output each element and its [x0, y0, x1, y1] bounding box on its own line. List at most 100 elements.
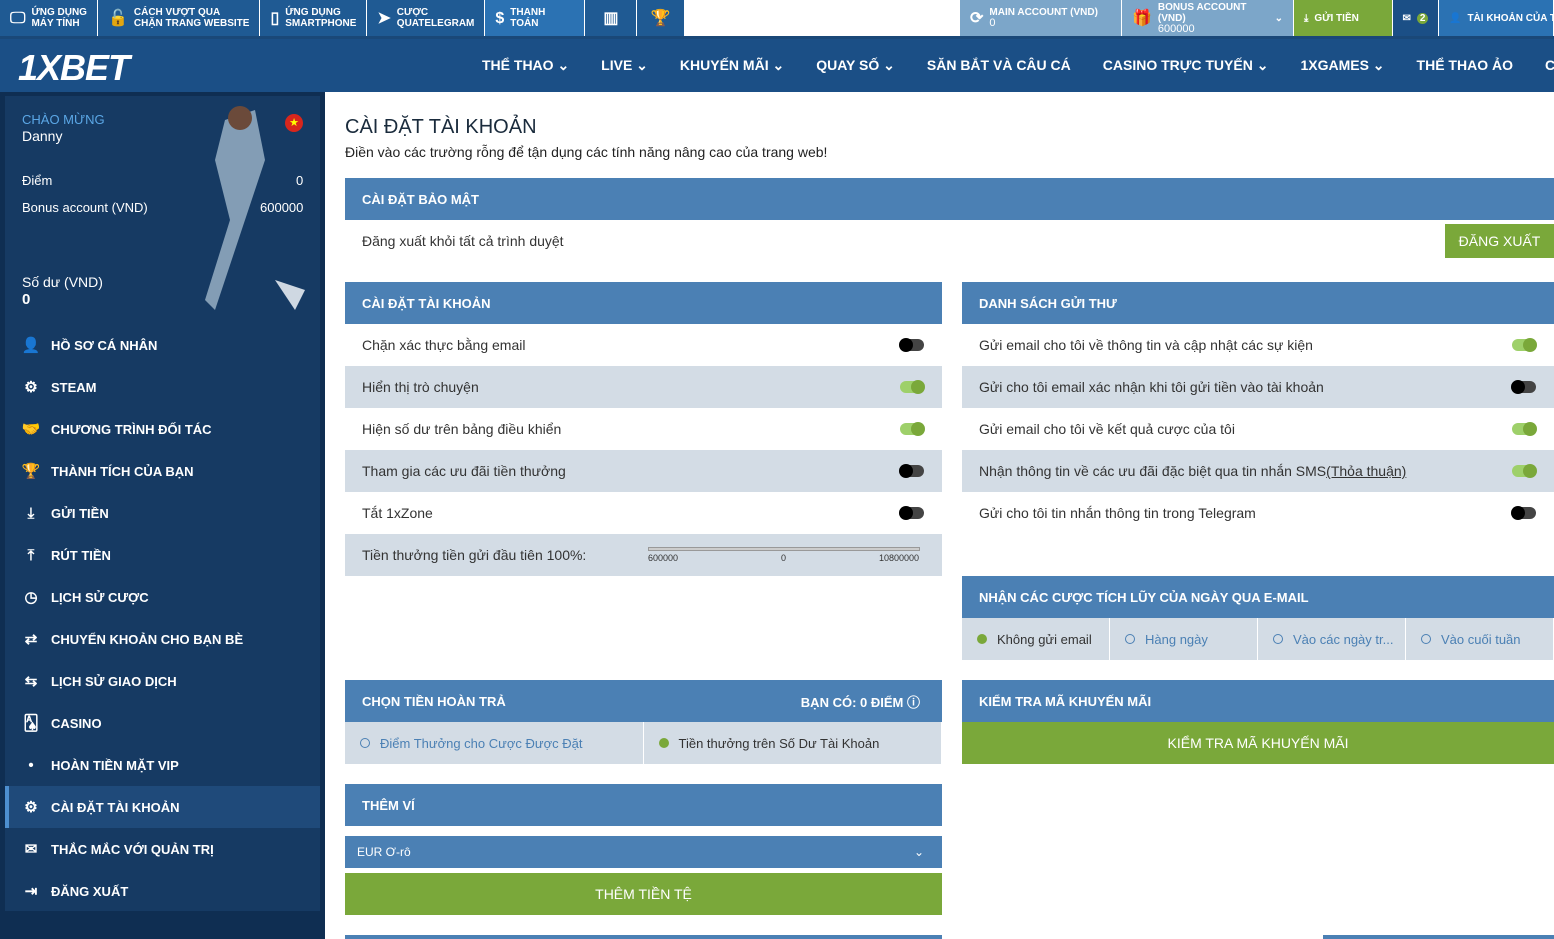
topbar-smartphone-app[interactable]: ▯ ỨNG DỤNG SMARTPHONE [260, 0, 368, 36]
topbar-desktop-app[interactable]: 🖵 ỨNG DỤNG MÁY TÍNH [0, 0, 98, 36]
slider-min: 600000 [648, 553, 679, 563]
topbar-bypass[interactable]: 🔓 CÁCH VƯỢT QUA CHẶN TRANG WEBSITE [97, 0, 261, 36]
add-wallet-header: THÊM VÍ [345, 784, 942, 826]
trophy-button[interactable]: 🏆 [637, 0, 686, 36]
account-menu[interactable]: 👤 TÀI KHOẢN CỦA T [1439, 0, 1554, 36]
topbar-payments[interactable]: $ THANH TOÁN [485, 0, 586, 36]
steam-icon: ⚙ [24, 379, 38, 396]
toggle-switch[interactable] [900, 422, 925, 436]
radio-option[interactable]: Tiền thưởng trên Số Dư Tài Khoản [644, 722, 942, 764]
nav-live[interactable]: LIVE ⌄ [601, 57, 648, 74]
sidebar-item[interactable]: 🏆 THÀNH TÍCH CỦA BẠN [5, 450, 320, 492]
sidebar-item-label: CASINO [51, 715, 102, 731]
nav-fishing[interactable]: SĂN BẮT VÀ CÂU CÁ [927, 57, 1071, 74]
toggle-switch[interactable] [1511, 506, 1536, 520]
radio-label: Điểm Thưởng cho Cược Được Đặt [380, 735, 583, 751]
nav-1xgames[interactable]: 1XGAMES ⌄ [1300, 57, 1384, 74]
stats-button[interactable]: ▥ [585, 0, 638, 36]
toggle-switch[interactable] [899, 338, 924, 352]
logout-all-text: Đăng xuất khỏi tất cả trình duyệt [362, 233, 564, 249]
toggle-switch[interactable] [1512, 422, 1537, 436]
toggle-switch[interactable] [1511, 380, 1536, 394]
radio-option[interactable]: Điểm Thưởng cho Cược Được Đặt [345, 722, 644, 764]
topbar-telegram[interactable]: ➤ CƯỢC QUATELEGRAM [367, 0, 486, 36]
sidebar-item[interactable]: ⇥ ĐĂNG XUẤT [5, 870, 320, 912]
setting-row: Tắt 1xZone [345, 492, 942, 534]
messages-button[interactable]: ✉ 2 [1393, 0, 1439, 36]
username: Danny [22, 128, 63, 144]
toggle-switch[interactable] [899, 464, 924, 478]
sidebar-item[interactable]: ⚙ STEAM [5, 366, 320, 408]
nav-promotions[interactable]: KHUYẾN MÃI ⌄ [680, 57, 784, 74]
radio-label: Hàng ngày [1145, 631, 1208, 647]
toggle-switch[interactable] [900, 380, 925, 394]
setting-label: Hiện số dư trên bảng điều khiển [362, 421, 562, 437]
flag-icon[interactable]: ★ [285, 114, 303, 132]
label: CÁCH VƯỢT QUA CHẶN TRANG WEBSITE [133, 7, 250, 29]
transfer-icon: ⇄ [24, 631, 38, 648]
sidebar-item[interactable]: ◷ LỊCH SỬ CƯỢC [5, 576, 320, 618]
currency-value: EUR Ơ-rô [357, 845, 411, 859]
chevron-down-icon: ⌄ [913, 845, 924, 859]
radio-option[interactable]: Không gửi email [962, 618, 1110, 660]
sidebar-item[interactable]: ⤒ RÚT TIỀN [5, 534, 320, 576]
radio-option[interactable]: Hàng ngày [1110, 618, 1258, 660]
sidebar-item[interactable]: ⚙ CÀI ĐẶT TÀI KHOẢN [5, 786, 320, 828]
sidebar-item-label: THÀNH TÍCH CỦA BẠN [51, 463, 194, 479]
nav-virtual-sports[interactable]: THỂ THAO ẢO [1417, 57, 1513, 74]
sidebar-item[interactable]: ⇆ LỊCH SỬ GIAO DỊCH [5, 660, 320, 702]
logo[interactable]: 1XBET [18, 47, 130, 89]
toggle-switch[interactable] [899, 506, 924, 520]
unlock-icon: 🔓 [107, 9, 128, 27]
sidebar-item[interactable]: ⤓ GỬI TIỀN [5, 492, 320, 534]
nav-casino[interactable]: CASINO TRỰC TUYẾN ⌄ [1103, 57, 1269, 74]
main-nav: THỂ THAO ⌄ LIVE ⌄ KHUYẾN MÃI ⌄ QUAY SỐ ⌄… [482, 57, 1554, 74]
sidebar-item[interactable]: 👤 HỒ SƠ CÁ NHÂN [5, 324, 320, 366]
toggle-switch[interactable] [1512, 338, 1537, 352]
logout-icon: ⇥ [24, 883, 38, 900]
main-account[interactable]: ⟳ MAIN ACCOUNT (VND) 0 [960, 0, 1122, 36]
bonus-slider[interactable] [648, 547, 920, 551]
setting-row: Gửi email cho tôi về kết quả cược của tô… [962, 408, 1554, 450]
setting-label: Gửi cho tôi tin nhắn thông tin trong Tel… [979, 505, 1256, 521]
sidebar-menu: 👤 HỒ SƠ CÁ NHÂN ⚙ STEAM 🤝 CHƯƠNG TRÌNH ĐỐI TÁ… [5, 324, 320, 912]
upload-icon: ⤒ [27, 546, 35, 564]
sidebar-item[interactable]: 🂡 CASINO [5, 702, 320, 744]
check-promo-button[interactable]: KIỂM TRA MÃ KHUYẾN MÃI [962, 722, 1554, 764]
logout-all-button[interactable]: ĐĂNG XUẤT [1445, 224, 1554, 258]
nav-lottery[interactable]: QUAY SỐ ⌄ [816, 57, 895, 74]
slider-mid: 0 [781, 553, 787, 563]
agreement-link[interactable]: (Thỏa thuận) [1326, 463, 1406, 479]
sidebar-item[interactable]: ✉ THẮC MẮC VỚI QUẢN TRỊ [5, 828, 320, 870]
cashback-title: CHỌN TIỀN HOÀN TRẢ [362, 693, 506, 709]
telegram-icon: ➤ [377, 9, 391, 27]
label: GỬI TIỀN [1314, 12, 1359, 24]
nav-sports[interactable]: THỂ THAO ⌄ [482, 57, 569, 74]
page-subtitle: Điền vào các trường rỗng để tận dụng các… [345, 144, 828, 160]
radio-option[interactable]: Vào các ngày tr... [1258, 618, 1406, 660]
radio-option[interactable]: Vào cuối tuần [1406, 618, 1554, 660]
radio-icon [360, 738, 370, 748]
sidebar-item-label: HỒ SƠ CÁ NHÂN [51, 337, 158, 353]
toggle-switch[interactable] [1512, 464, 1537, 478]
deposit-button[interactable]: ⤓ GỬI TIỀN [1294, 0, 1393, 36]
sidebar-item-label: THẮC MẮC VỚI QUẢN TRỊ [51, 841, 214, 857]
radio-icon [658, 738, 669, 748]
sidebar-item[interactable]: 🤝 CHƯƠNG TRÌNH ĐỐI TÁC [5, 408, 320, 450]
radio-icon [1125, 634, 1135, 644]
exchange-icon: ⇆ [24, 673, 38, 690]
setting-label: Hiển thị trò chuyện [362, 379, 479, 395]
setting-row: Chặn xác thực bằng email [345, 324, 942, 366]
label: TÀI KHOẢN CỦA T [1467, 12, 1554, 24]
cashback-header: CHỌN TIỀN HOÀN TRẢ BẠN CÓ: 0 ĐIỂM ⓘ [345, 680, 942, 722]
profile-icon: 👤 [21, 337, 41, 354]
nav-games[interactable]: CÁC TRÒ C [1545, 57, 1554, 74]
sidebar-item-label: CHUYỂN KHOẢN CHO BẠN BÈ [51, 631, 244, 647]
sidebar-item[interactable]: • HOÀN TIỀN MẶT VIP [5, 744, 320, 786]
bonus-account[interactable]: 🎁 BONUS ACCOUNT (VND) 600000 ⌄ [1122, 0, 1294, 36]
add-currency-button[interactable]: THÊM TIỀN TỆ [345, 873, 942, 915]
sidebar-item[interactable]: ⇄ CHUYỂN KHOẢN CHO BẠN BÈ [5, 618, 320, 660]
message-count-badge: 2 [1416, 12, 1429, 24]
currency-select[interactable]: EUR Ơ-rô ⌄ [345, 836, 942, 868]
daily-email-header: NHẬN CÁC CƯỢC TÍCH LŨY CỦA NGÀY QUA E-MA… [962, 576, 1554, 618]
